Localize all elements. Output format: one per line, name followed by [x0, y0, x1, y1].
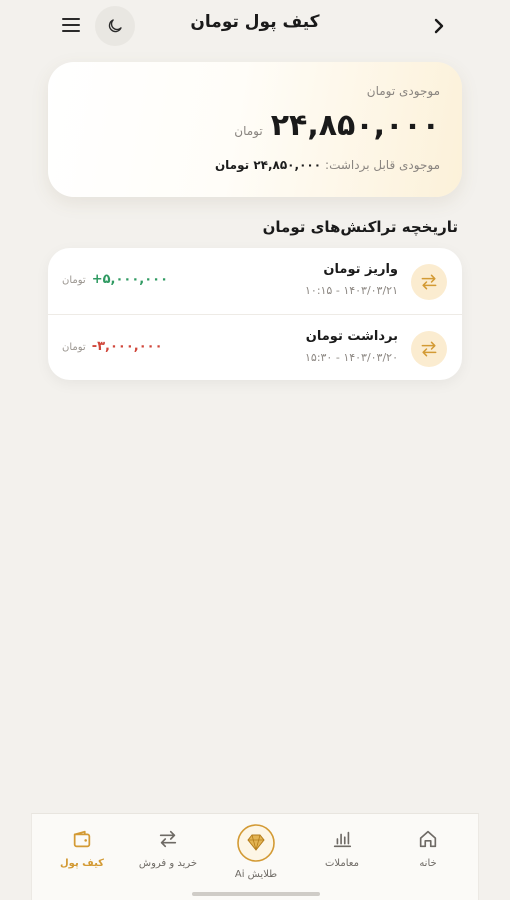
withdrawable-balance: موجودی قابل برداشت: ۲۴,۸۵۰,۰۰۰ تومان — [215, 158, 440, 172]
balance-label: موجودی تومان — [366, 84, 440, 98]
swap-icon — [411, 264, 447, 300]
balance-unit: تومان — [234, 124, 263, 138]
nav-buy-sell[interactable]: خرید و فروش — [128, 826, 208, 869]
nav-ai[interactable]: طلایش Ai — [216, 824, 296, 880]
nav-trades[interactable]: معاملات — [302, 826, 382, 869]
home-icon — [419, 830, 437, 848]
transaction-title: برداشت تومان — [305, 329, 398, 344]
nav-wallet[interactable]: کیف پول — [42, 826, 122, 869]
transaction-amount: تومان -۳,۰۰۰,۰۰۰ — [62, 339, 163, 354]
nav-wallet-label: کیف پول — [60, 858, 104, 869]
withdrawable-label: موجودی قابل برداشت: — [325, 158, 440, 172]
balance-row: ۲۴,۸۵۰,۰۰۰ تومان — [234, 108, 440, 143]
transaction-row[interactable]: واریز تومان ۱۴۰۳/۰۳/۲۱ - ۱۰:۱۵ تومان +۵,… — [48, 248, 462, 314]
wallet-screen: کیف پول تومان موجودی تومان ۲۴,۸۵۰,۰۰۰ تو… — [0, 0, 510, 900]
withdrawable-value: ۲۴,۸۵۰,۰۰۰ تومان — [214, 158, 322, 172]
app-header: کیف پول تومان — [0, 0, 510, 52]
nav-buy-sell-label: خرید و فروش — [138, 858, 198, 869]
transaction-value: -۳,۰۰۰,۰۰۰ — [91, 339, 163, 354]
home-indicator — [192, 892, 320, 896]
transaction-row[interactable]: برداشت تومان ۱۴۰۳/۰۳/۲۰ - ۱۵:۳۰ تومان -۳… — [48, 314, 462, 380]
history-title: تاریخچه تراکنش‌های تومان — [262, 218, 458, 236]
back-button[interactable] — [428, 14, 450, 38]
transaction-amount: تومان +۵,۰۰۰,۰۰۰ — [62, 272, 168, 287]
transaction-title: واریز تومان — [323, 262, 398, 277]
transaction-date: ۱۴۰۳/۰۳/۲۰ - ۱۵:۳۰ — [305, 351, 398, 364]
nav-home-label: خانه — [419, 858, 437, 869]
transaction-list: واریز تومان ۱۴۰۳/۰۳/۲۱ - ۱۰:۱۵ تومان +۵,… — [48, 248, 462, 380]
balance-card: موجودی تومان ۲۴,۸۵۰,۰۰۰ تومان موجودی قاب… — [48, 62, 462, 197]
swap-icon — [411, 331, 447, 367]
transaction-unit: تومان — [62, 342, 86, 353]
transaction-unit: تومان — [62, 275, 86, 286]
transaction-value: +۵,۰۰۰,۰۰۰ — [91, 272, 169, 287]
nav-home[interactable]: خانه — [388, 826, 468, 869]
wallet-icon — [73, 830, 91, 848]
bottom-nav: کیف پول خرید و فروش طلایش Ai معاملات خان… — [31, 813, 479, 900]
nav-trades-label: معاملات — [325, 858, 359, 869]
gold-diamond-logo-icon — [237, 824, 275, 862]
balance-amount: ۲۴,۸۵۰,۰۰۰ — [270, 108, 440, 143]
swap-icon — [159, 830, 177, 848]
chevron-right-icon — [434, 18, 444, 34]
bar-chart-icon — [333, 831, 352, 848]
nav-ai-label: طلایش Ai — [234, 869, 278, 880]
transaction-date: ۱۴۰۳/۰۳/۲۱ - ۱۰:۱۵ — [305, 284, 398, 297]
